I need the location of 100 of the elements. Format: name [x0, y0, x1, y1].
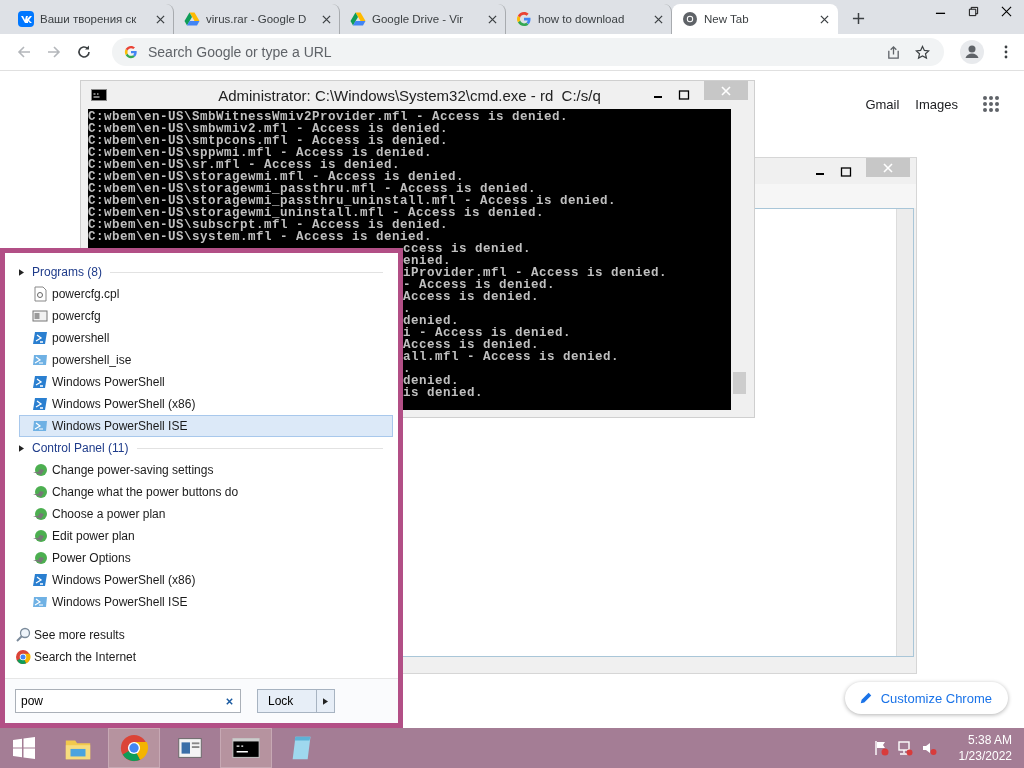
close-icon[interactable] [654, 14, 663, 24]
console-line: C:wbem\en-US\smtpcons.mfl - Access is denied. [88, 134, 449, 148]
browser-tab[interactable]: New Tab [672, 4, 838, 34]
powershell-icon [32, 330, 48, 346]
lock-button[interactable]: Lock [257, 689, 317, 713]
console-line: C:wbem\en-US\sr.mfl - Access is denied. [88, 158, 401, 172]
search-more-link[interactable]: Search the Internet [15, 646, 398, 668]
search-result-item[interactable]: Windows PowerShell ISE [19, 591, 393, 613]
clock-time: 5:38 AM [967, 732, 1012, 748]
console-line: C:wbem\en-US\subscrpt.mfl - Access is denied. [88, 218, 449, 232]
expand-arrow-icon[interactable] [19, 268, 24, 276]
console-line: C:wbem\en-US\storagewmi.mfl - Access is denied. [88, 170, 465, 184]
header-link[interactable]: Images [915, 96, 958, 112]
search-result-item[interactable]: Choose a power plan [19, 503, 393, 525]
new-tab-icon[interactable] [852, 12, 865, 25]
console-line: . [403, 302, 411, 316]
browser-tab[interactable]: virus.rar - Google D [174, 4, 340, 34]
console-line: C:wbem\en-US\SmbWitnessWmiv2Provider.mfl - Access is denied. [88, 110, 569, 124]
profile-avatar-icon[interactable] [960, 40, 984, 64]
chrome-logo-icon [119, 733, 149, 763]
share-icon[interactable] [886, 44, 901, 60]
bookmark-star-icon[interactable] [915, 44, 930, 60]
console-line: denied. [403, 374, 459, 388]
address-bar[interactable]: Search Google or type a URL [112, 38, 944, 66]
speaker-muted-icon[interactable] [920, 740, 937, 756]
network-icon[interactable] [896, 740, 913, 756]
console-line: Access is denied. [403, 290, 540, 304]
maximize-icon[interactable] [678, 89, 690, 101]
power-options-arrow-button[interactable] [317, 689, 335, 713]
maximize-icon[interactable] [840, 166, 852, 178]
search-result-item[interactable]: Power Options [19, 547, 393, 569]
header-link[interactable]: Gmail [865, 96, 900, 112]
reload-icon[interactable] [76, 44, 92, 60]
close-icon[interactable] [1001, 6, 1012, 17]
console-line: iProvider.mfl - Access is denied. [403, 266, 668, 280]
search-result-item[interactable]: powercfg.cpl [19, 283, 393, 305]
search-result-item[interactable]: Windows PowerShell ISE [19, 415, 393, 437]
google-logo-icon [124, 45, 138, 59]
close-icon [883, 162, 893, 173]
console-line: is denied. [403, 386, 483, 400]
chrome-logo-icon [682, 11, 698, 27]
close-icon[interactable] [322, 14, 331, 24]
console-line: C:wbem\en-US\storagewmi_passthru.mfl - Access is denied. [88, 182, 537, 196]
console-line: enied. [403, 254, 451, 268]
console-line: denied. [403, 314, 459, 328]
browser-tab[interactable]: Google Drive - Vir [340, 4, 506, 34]
powershell-ise-icon [32, 418, 48, 434]
vk-logo-icon [18, 11, 34, 27]
drive-logo-icon [350, 11, 366, 27]
console-line: C:wbem\en-US\system.mfl - Access is denied. [88, 230, 433, 244]
search-field[interactable]: pow [15, 689, 241, 713]
apps-grid-icon[interactable] [982, 95, 1000, 113]
flag-icon[interactable] [872, 740, 889, 756]
google-logo-icon [516, 11, 532, 27]
search-more-link[interactable]: See more results [15, 624, 398, 646]
pencil-icon [858, 691, 873, 705]
customize-chrome-button[interactable]: Customize Chrome [844, 682, 1008, 714]
chrome-logo-icon [15, 649, 31, 665]
console-line: . [403, 362, 411, 376]
windows-start-icon[interactable] [12, 736, 36, 760]
terminal-icon [91, 89, 107, 101]
close-icon[interactable] [820, 14, 829, 24]
settings-file-icon [32, 286, 48, 302]
console-line: all.mfl - Access is denied. [403, 350, 620, 364]
search-result-item[interactable]: Change power-saving settings [19, 459, 393, 481]
console-line: - Access is denied. [403, 278, 556, 292]
powershell-icon [32, 374, 48, 390]
console-line: C:wbem\en-US\sppwmi.mfl - Access is denied. [88, 146, 433, 160]
console-line: Access is denied. [403, 338, 540, 352]
search-result-item[interactable]: powercfg [19, 305, 393, 327]
address-field[interactable]: Search Google or type a URL [148, 44, 872, 60]
magnifier-icon [15, 627, 31, 643]
restore-icon[interactable] [968, 6, 979, 17]
clear-icon[interactable] [225, 697, 234, 706]
search-result-item[interactable]: Change what the power buttons do [19, 481, 393, 503]
search-result-item[interactable]: Windows PowerShell [19, 371, 393, 393]
browser-tab[interactable]: Ваши творения ск [8, 4, 174, 34]
caret-icon [323, 697, 328, 705]
powershell-icon [32, 396, 48, 412]
search-result-item[interactable]: Edit power plan [19, 525, 393, 547]
search-result-item[interactable]: powershell_ise [19, 349, 393, 371]
close-icon[interactable] [156, 14, 165, 24]
search-result-item[interactable]: Windows PowerShell (x86) [19, 393, 393, 415]
close-icon [721, 85, 731, 96]
powershell-ise-icon [32, 352, 48, 368]
console-line: ccess is denied. [403, 242, 532, 256]
close-icon[interactable] [488, 14, 497, 24]
group-header[interactable]: Programs (8) [32, 265, 102, 279]
expand-arrow-icon[interactable] [19, 444, 24, 452]
group-header[interactable]: Control Panel (11) [32, 441, 129, 455]
search-result-item[interactable]: Windows PowerShell (x86) [19, 569, 393, 591]
search-result-item[interactable]: powershell [19, 327, 393, 349]
taskbar-app-button[interactable] [220, 728, 272, 768]
powershell-icon [32, 572, 48, 588]
console-line: i - Access is denied. [403, 326, 572, 340]
console-line: C:wbem\en-US\storagewmi_passthru_uninstall.mfl - Access is denied. [88, 194, 617, 208]
app-window-icon [32, 308, 48, 324]
vertical-scrollbar[interactable] [896, 209, 913, 656]
clock[interactable]: 5:38 AM 1/23/2022 [958, 732, 1012, 764]
drive-logo-icon [184, 11, 200, 27]
